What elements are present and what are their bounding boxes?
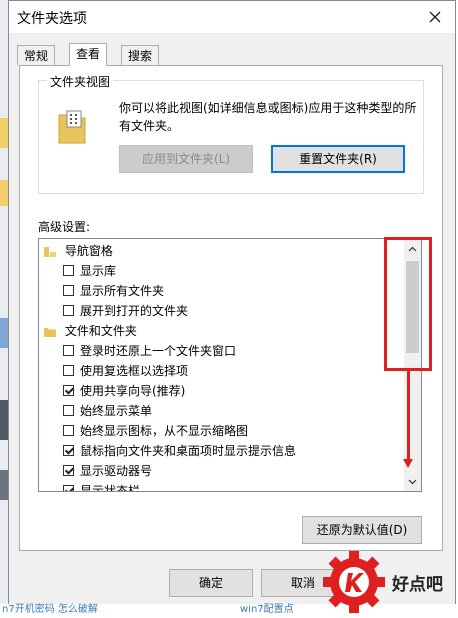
restore-defaults-button[interactable]: 还原为默认值(D) [302, 516, 422, 544]
view-tab-panel: 文件夹视图 你可以将此视图(如详细信息或图标)应用于这种类型的所有文件夹。 应用… [19, 65, 443, 551]
scroll-down-icon[interactable] [404, 473, 421, 490]
option-label: 使用共享向导(推荐) [80, 384, 186, 398]
option-always-show-icons[interactable]: 始终显示图标，从不显示缩略图 [63, 421, 248, 441]
option-show-all-folders[interactable]: 显示所有文件夹 [63, 281, 164, 301]
tab-label: 查看 [76, 47, 101, 61]
checkbox[interactable] [63, 265, 74, 276]
option-use-check-boxes[interactable]: 使用复选框以选择项 [63, 361, 188, 381]
option-expand-to-open-folder[interactable]: 展开到打开的文件夹 [63, 301, 188, 321]
window-title: 文件夹选项 [17, 11, 87, 27]
option-label: 显示库 [80, 264, 117, 278]
navigation-pane-icon [44, 246, 56, 257]
option-show-popup-description[interactable]: 鼠标指向文件夹和桌面项时显示提示信息 [63, 441, 296, 461]
title-bar[interactable]: 文件夹选项 [9, 1, 455, 33]
tab-search[interactable]: 搜索 [121, 45, 160, 65]
tab-label: 搜索 [128, 49, 153, 63]
background-article-link[interactable]: win7配置点 [240, 604, 294, 615]
option-always-show-menus[interactable]: 始终显示菜单 [63, 401, 152, 421]
category-label: 文件和文件夹 [64, 324, 137, 338]
tab-strip: 常规 查看 搜索 [17, 43, 437, 66]
annotation-arrow-line [407, 371, 410, 461]
checkbox[interactable] [63, 485, 74, 491]
option-restore-previous-windows[interactable]: 登录时还原上一个文件夹窗口 [63, 341, 236, 361]
close-icon [429, 11, 441, 23]
watermark-gear-icon [323, 551, 385, 613]
close-button[interactable] [423, 5, 447, 29]
tab-general[interactable]: 常规 [17, 45, 56, 65]
option-show-drive-letters[interactable]: 显示驱动器号 [63, 461, 152, 481]
folder-view-description: 你可以将此视图(如详细信息或图标)应用于这种类型的所有文件夹。 [119, 101, 417, 133]
advanced-settings-list[interactable]: 导航窗格 显示库 显示所有文件夹 展开到打开的文件夹 文件和文件夹 登录时还原上… [38, 238, 422, 492]
annotation-highlight-box [384, 237, 432, 371]
reset-folders-button[interactable]: 重置文件夹(R) [271, 145, 405, 173]
folder-view-title: 文件夹视图 [47, 73, 114, 90]
folder-icon [44, 327, 56, 337]
category-label: 导航窗格 [64, 244, 113, 258]
option-label: 鼠标指向文件夹和桌面项时显示提示信息 [80, 444, 297, 458]
folder-icon [58, 110, 86, 144]
ok-button[interactable]: 确定 [169, 569, 253, 597]
checkbox[interactable] [63, 365, 74, 376]
advanced-settings-label: 高级设置: [38, 220, 91, 234]
option-label: 显示状态栏 [80, 484, 141, 492]
option-label: 显示驱动器号 [80, 464, 153, 478]
background-article-link[interactable]: n7开机密码 怎么破解 [2, 604, 98, 615]
folder-view-group: 文件夹视图 你可以将此视图(如详细信息或图标)应用于这种类型的所有文件夹。 应用… [38, 73, 424, 194]
checkbox[interactable] [63, 425, 74, 436]
apply-to-folders-button[interactable]: 应用到文件夹(L) [119, 145, 253, 173]
checkbox[interactable] [63, 465, 74, 476]
checkbox[interactable] [63, 385, 74, 396]
checkbox[interactable] [63, 285, 74, 296]
tab-view[interactable]: 查看 [69, 43, 108, 66]
annotation-arrow-head [403, 459, 413, 468]
option-label: 始终显示图标，从不显示缩略图 [80, 424, 249, 438]
checkbox[interactable] [63, 405, 74, 416]
checkbox[interactable] [63, 445, 74, 456]
category-files-and-folders: 文件和文件夹 [43, 321, 137, 341]
option-label: 登录时还原上一个文件夹窗口 [80, 344, 237, 358]
tab-label: 常规 [24, 49, 49, 63]
option-show-status-bar[interactable]: 显示状态栏 [63, 481, 141, 492]
option-label: 使用复选框以选择项 [80, 364, 189, 378]
option-show-libraries[interactable]: 显示库 [63, 261, 116, 281]
checkbox[interactable] [63, 305, 74, 316]
category-navigation-pane: 导航窗格 [43, 241, 113, 261]
watermark-text: 好点吧 [392, 575, 443, 595]
option-use-sharing-wizard[interactable]: 使用共享向导(推荐) [63, 381, 185, 401]
option-label: 显示所有文件夹 [80, 284, 165, 298]
watermark-logo: 好点吧 [320, 550, 458, 615]
option-label: 展开到打开的文件夹 [80, 304, 189, 318]
option-label: 始终显示菜单 [80, 404, 153, 418]
checkbox[interactable] [63, 345, 74, 356]
